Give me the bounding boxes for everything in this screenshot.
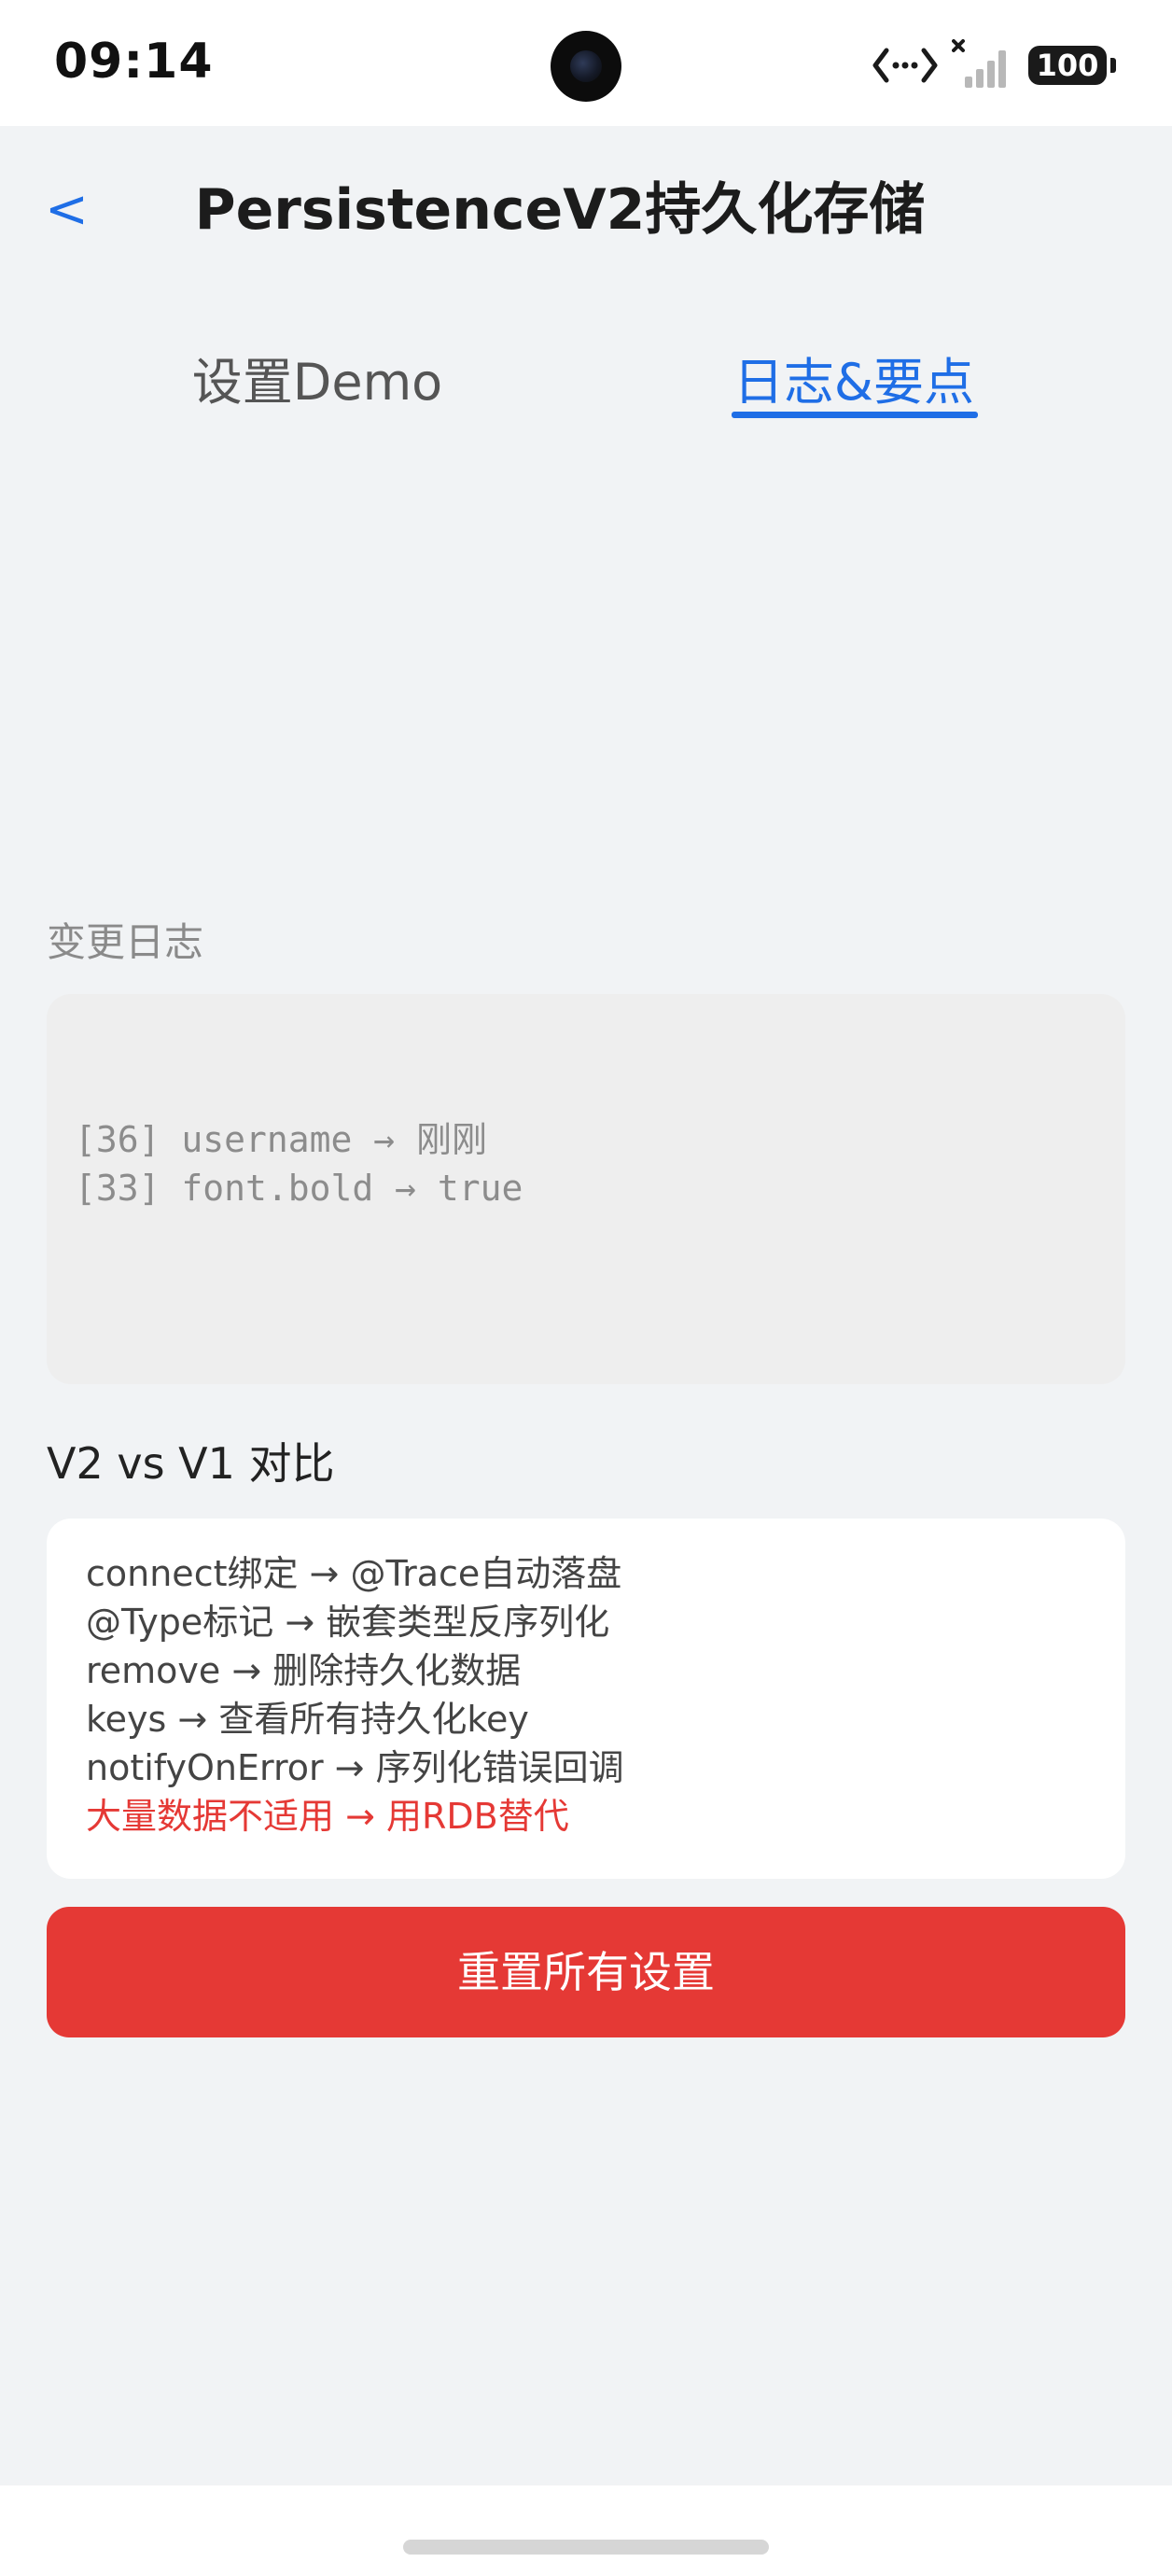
change-log-box: [36] username → 刚刚 [33] font.bold → true <box>47 994 1125 1384</box>
page-title: PersistenceV2持久化存储 <box>194 177 926 243</box>
camera-icon <box>551 31 621 102</box>
comparison-card: connect绑定 → @Trace自动落盘 @Type标记 → 嵌套类型反序列… <box>47 1519 1125 1879</box>
status-icons: 100 <box>872 39 1116 91</box>
log-entry: [33] font.bold → true <box>75 1168 523 1209</box>
home-indicator[interactable] <box>403 2540 769 2555</box>
signal-icon <box>952 39 1006 88</box>
tab-log-and-notes[interactable]: 日志&要点 <box>686 345 1022 420</box>
battery-icon: 100 <box>1028 46 1107 85</box>
comparison-item: notifyOnError → 序列化错误回调 <box>86 1747 624 1788</box>
comparison-title: V2 vs V1 对比 <box>47 1438 335 1489</box>
comparison-item: connect绑定 → @Trace自动落盘 <box>86 1553 622 1594</box>
tab-settings-demo[interactable]: 设置Demo <box>121 345 513 420</box>
comparison-warning: 大量数据不适用 → 用RDB替代 <box>86 1796 569 1837</box>
comparison-item: keys → 查看所有持久化key <box>86 1699 529 1740</box>
network-icon <box>872 48 938 83</box>
comparison-item: remove → 删除持久化数据 <box>86 1650 522 1691</box>
camera-lens <box>570 50 602 82</box>
change-log-label: 变更日志 <box>47 919 204 965</box>
status-time: 09:14 <box>54 34 214 90</box>
bottom-nav-bar <box>0 2485 1172 2576</box>
log-entry: [36] username → 刚刚 <box>75 1119 488 1160</box>
status-bar: 09:14 100 <box>0 0 1172 126</box>
battery-tip <box>1110 58 1116 73</box>
reset-all-settings-button[interactable]: 重置所有设置 <box>47 1907 1125 2037</box>
tab-active-indicator <box>732 412 978 418</box>
comparison-item: @Type标记 → 嵌套类型反序列化 <box>86 1602 610 1643</box>
back-button[interactable]: < <box>45 177 101 243</box>
